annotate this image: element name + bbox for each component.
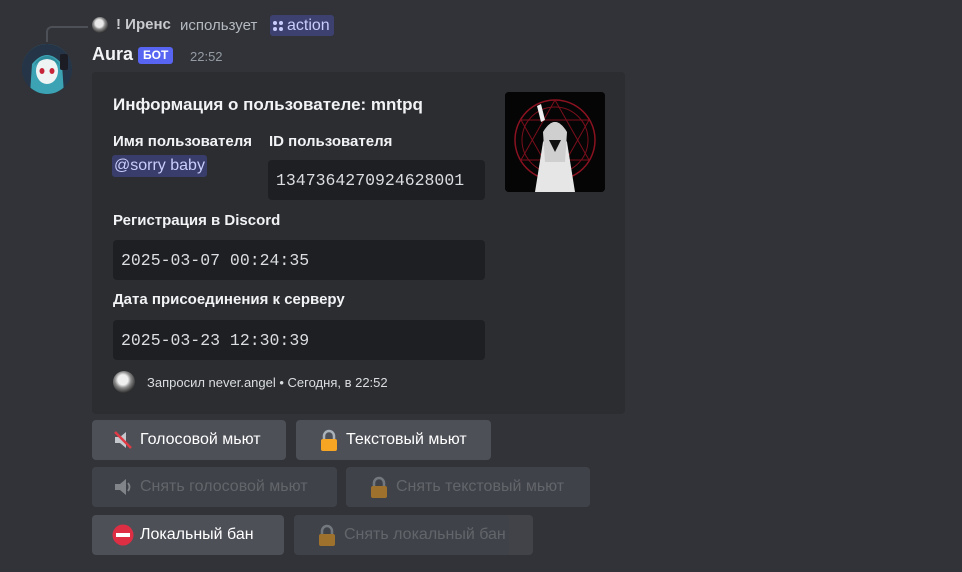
voice-mute-button[interactable]: Голосовой мьют <box>92 420 286 460</box>
app-command-icon <box>273 20 283 31</box>
user-mention[interactable]: @sorry baby <box>112 155 207 177</box>
local-ban-label: Локальный бан <box>140 526 254 543</box>
text-mute-label: Текстовый мьют <box>346 431 467 448</box>
untext-mute-label: Снять текстовый мьют <box>396 478 565 495</box>
bot-badge: БОТ <box>138 47 174 64</box>
author-name[interactable]: Aura <box>92 44 133 65</box>
lock-icon <box>368 476 390 498</box>
field-registered-label: Регистрация в Discord <box>113 212 281 229</box>
author-avatar[interactable] <box>22 44 72 94</box>
command-mention[interactable]: action <box>270 15 334 36</box>
voice-mute-label: Голосовой мьют <box>140 431 261 448</box>
field-registered-value: 2025-03-07 00:24:35 <box>113 240 485 280</box>
unlocal-ban-label: Снять локальный бан <box>344 526 506 543</box>
embed-title: Информация о пользователе: mntpq <box>113 95 423 114</box>
embed-thumbnail[interactable] <box>505 92 605 192</box>
lock-icon <box>318 429 340 451</box>
command-name: action <box>287 17 330 34</box>
reply-spine <box>46 26 88 42</box>
field-id-label: ID пользователя <box>269 133 393 150</box>
speaker-icon <box>112 476 134 498</box>
text-mute-button[interactable]: Текстовый мьют <box>296 420 491 460</box>
field-username-label: Имя пользователя <box>113 133 252 150</box>
embed-footer: Запросил never.angel • Сегодня, в 22:52 <box>147 375 388 390</box>
unlocal-ban-button[interactable]: Снять локальный бан <box>294 515 533 555</box>
message-timestamp[interactable]: 22:52 <box>190 49 223 64</box>
reply-user-avatar[interactable] <box>92 17 108 33</box>
field-joined-value: 2025-03-23 12:30:39 <box>113 320 485 360</box>
field-joined-label: Дата присоединения к серверу <box>113 291 345 308</box>
field-id-value: 1347364270924628001 <box>268 160 485 200</box>
untext-mute-button[interactable]: Снять текстовый мьют <box>346 467 590 507</box>
muted-speaker-icon <box>112 429 134 451</box>
no-entry-icon <box>112 524 134 546</box>
reply-verb: использует <box>180 17 258 34</box>
footer-avatar <box>113 371 135 393</box>
unvoice-mute-label: Снять голосовой мьют <box>140 478 308 495</box>
local-ban-button[interactable]: Локальный бан <box>92 515 284 555</box>
reply-username[interactable]: ! Иренс <box>116 16 171 33</box>
lock-icon <box>316 524 338 546</box>
unvoice-mute-button[interactable]: Снять голосовой мьют <box>92 467 337 507</box>
